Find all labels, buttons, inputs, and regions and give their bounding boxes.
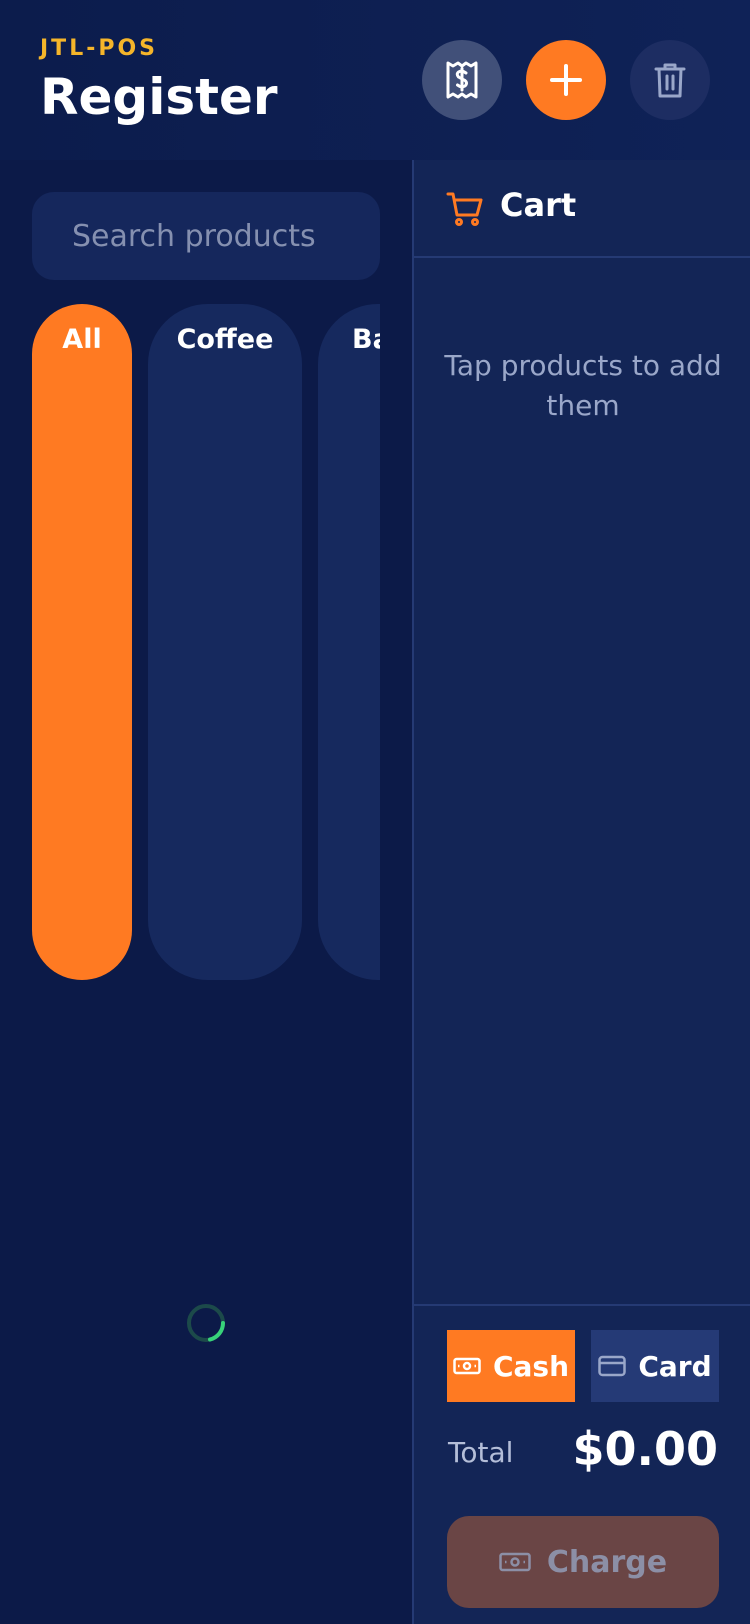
app-header: JTL-POS Register	[0, 0, 750, 160]
category-label: Coffee	[176, 324, 274, 355]
charge-button[interactable]: Charge	[447, 1516, 719, 1608]
category-list: All Coffee Ba	[32, 304, 380, 984]
cart-pane: Cart Tap products to add them Cash Card	[412, 160, 750, 1624]
cart-title: Cart	[500, 186, 577, 224]
cash-icon	[453, 1357, 481, 1375]
trash-icon	[654, 63, 686, 98]
loading-spinner-icon	[187, 1304, 225, 1342]
cart-header: Cart	[414, 160, 750, 258]
total-value: $0.00	[572, 1422, 718, 1476]
category-coffee[interactable]: Coffee	[148, 304, 302, 980]
plus-icon	[550, 64, 582, 96]
pos-app: JTL-POS Register Search products All Cof…	[0, 0, 750, 1624]
cart-empty-message: Tap products to add them	[444, 349, 722, 422]
cash-icon	[499, 1552, 531, 1572]
cash-label: Cash	[492, 1349, 570, 1383]
category-label: All	[62, 324, 102, 355]
card-payment-button[interactable]: Card	[591, 1330, 719, 1402]
category-ba[interactable]: Ba	[318, 304, 380, 980]
products-pane: All Coffee Ba	[0, 160, 412, 1624]
credit-card-icon	[598, 1355, 627, 1377]
brand-label: JTL-POS	[40, 36, 159, 61]
clear-cart-button[interactable]	[630, 40, 710, 120]
charge-label: Charge	[546, 1544, 668, 1580]
search-input[interactable]	[32, 192, 380, 280]
page-title: Register	[40, 68, 278, 126]
category-label: Ba	[352, 324, 380, 355]
total-label: Total	[448, 1436, 514, 1469]
category-all[interactable]: All	[32, 304, 132, 980]
add-button[interactable]	[526, 40, 606, 120]
card-label: Card	[638, 1349, 712, 1383]
receipt-dollar-icon	[446, 61, 478, 99]
cash-payment-button[interactable]: Cash	[447, 1330, 575, 1402]
shopping-cart-icon	[446, 192, 483, 226]
receipts-button[interactable]	[422, 40, 502, 120]
cart-footer: Cash Card Total $0.00 Charge	[414, 1304, 750, 1624]
